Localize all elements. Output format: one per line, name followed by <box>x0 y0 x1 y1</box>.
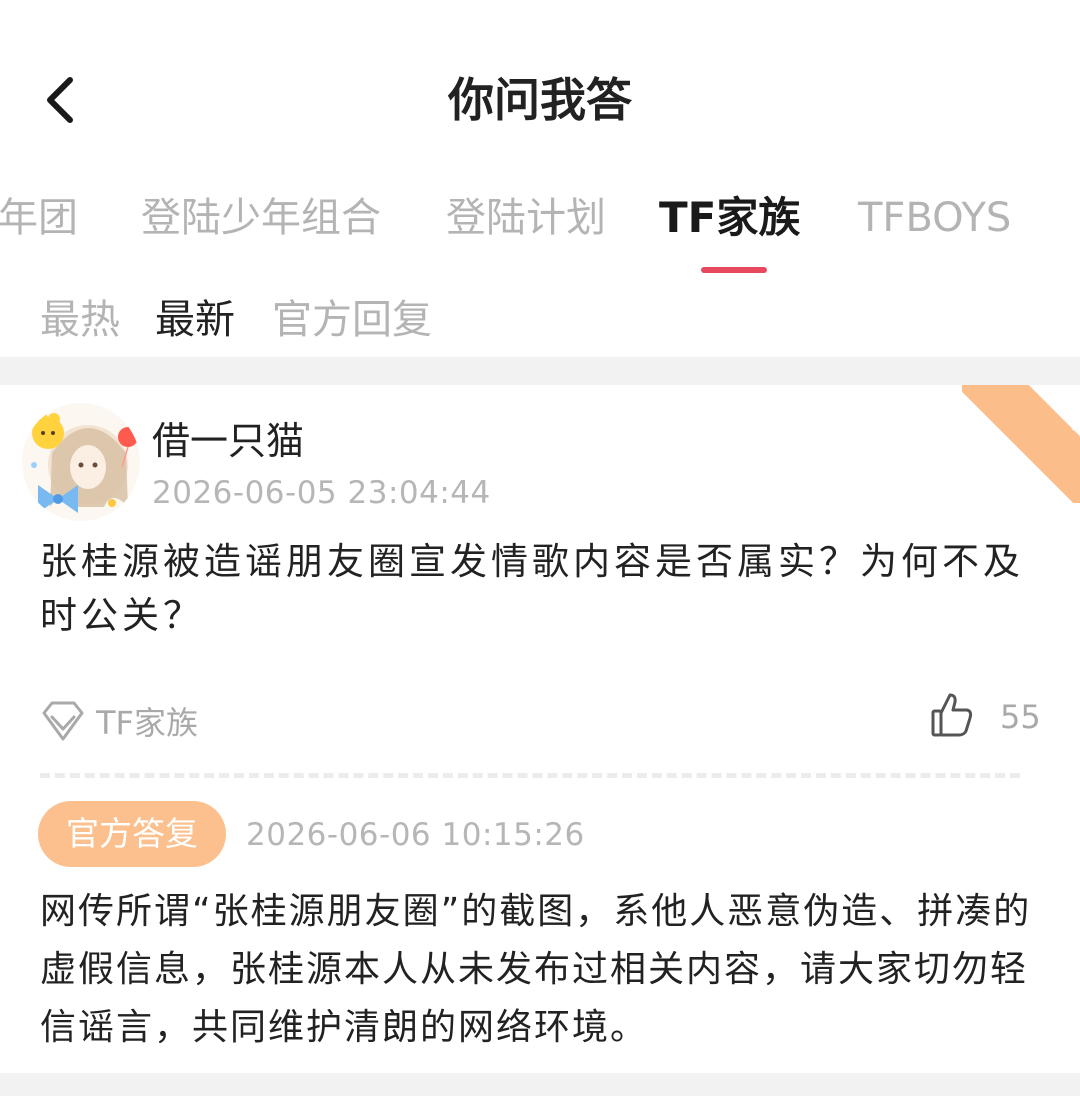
bottom-divider <box>0 1073 1080 1096</box>
like-count: 55 <box>1000 698 1041 736</box>
username[interactable]: 借一只猫 <box>152 415 304 467</box>
sort-tab-hottest[interactable]: 最热 <box>40 290 120 350</box>
sort-tab-official-reply[interactable]: 官方回复 <box>272 290 432 350</box>
official-reply-badge: 官方答复 <box>38 801 226 867</box>
dashed-divider <box>40 773 1020 778</box>
tab-tf-family[interactable]: TF家族 <box>659 188 800 248</box>
category-tabs: 年团 登陆少年组合 登陆计划 TF家族 TFBOYS <box>0 188 1080 278</box>
tab-denglu-jihua[interactable]: 登陆计划 <box>446 188 606 248</box>
sort-tab-latest[interactable]: 最新 <box>155 290 235 350</box>
avatar-image <box>22 403 140 521</box>
thumbs-up-icon <box>931 693 973 737</box>
tab-tfboys[interactable]: TFBOYS <box>858 188 1011 248</box>
reply-timestamp: 2026-06-06 10:15:26 <box>246 817 585 853</box>
like-button[interactable] <box>930 691 974 739</box>
ribbon-label: 已回复 <box>1045 385 1080 474</box>
app-header: 你问我答 <box>0 0 1080 150</box>
tab-denglu-shaonian-zuhe[interactable]: 登陆少年组合 <box>141 188 381 248</box>
active-tab-indicator <box>701 267 767 273</box>
post-timestamp: 2026-06-05 23:04:44 <box>152 475 491 511</box>
sort-tabs: 最热 最新 官方回复 <box>0 290 1080 350</box>
question-card[interactable]: 借一只猫 2026-06-05 23:04:44 已回复 张桂源被造谣朋友圈宣发… <box>0 385 1080 1073</box>
page-title: 你问我答 <box>448 73 632 127</box>
diamond-icon <box>42 701 84 741</box>
section-divider <box>0 357 1080 385</box>
official-reply-text: 网传所谓“张桂源朋友圈”的截图，系他人恶意伪造、拼凑的虚假信息，张桂源本人从未发… <box>40 891 1032 1048</box>
replied-ribbon: 已回复 <box>962 385 1080 503</box>
question-text[interactable]: 张桂源被造谣朋友圈宣发情歌内容是否属实？为何不及时公关？ <box>40 535 1050 643</box>
avatar[interactable] <box>22 403 140 521</box>
tab-nian-tuan[interactable]: 年团 <box>0 188 78 248</box>
topic-tag[interactable]: TF家族 <box>38 697 198 745</box>
topic-tag-label: TF家族 <box>96 704 198 742</box>
